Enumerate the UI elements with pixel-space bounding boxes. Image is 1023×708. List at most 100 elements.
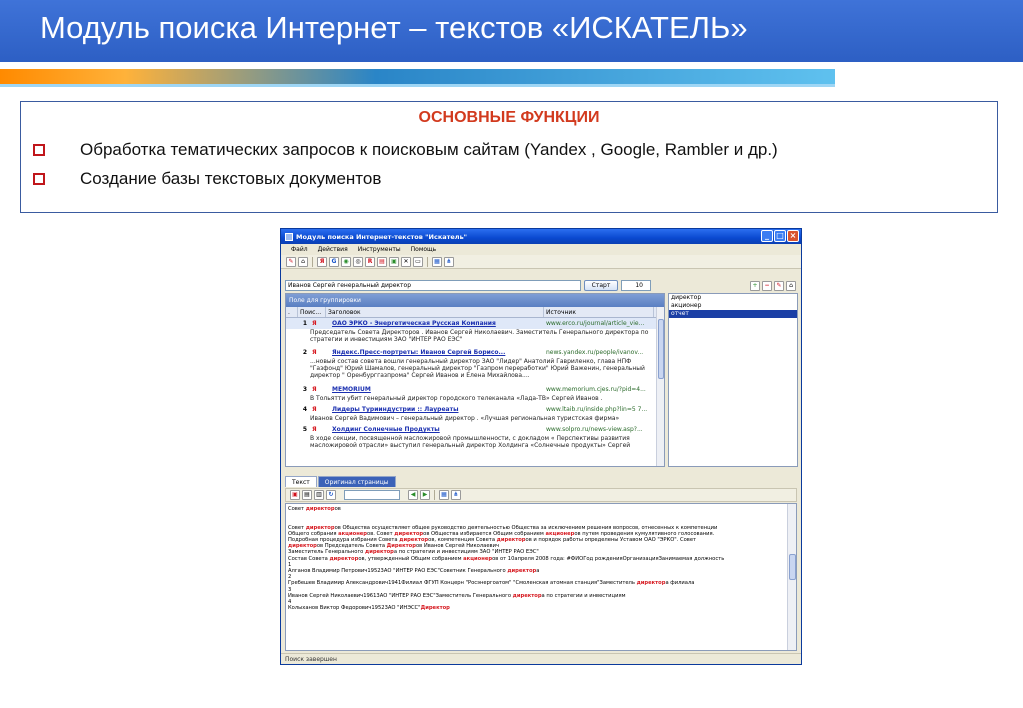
pin-icon[interactable]: ✎ (774, 280, 784, 291)
result-source: www.solpro.ru/news-view.asp?... (546, 426, 643, 433)
function-item: Обработка тематических запросов к поиско… (33, 140, 778, 160)
network-icon[interactable]: ⋔ (444, 256, 454, 267)
table-row[interactable]: 4 Я Лидеры Турииндустрии :: Лауреаты www… (286, 404, 664, 415)
result-source: www.memorium.cjes.ru/?pid=4... (546, 386, 646, 393)
globe-icon[interactable]: ◉ (341, 256, 351, 267)
checkbox-bullet-icon (33, 173, 45, 185)
decor-stripe-thin (0, 84, 835, 87)
yandex-icon: Я (312, 320, 317, 327)
splitter[interactable] (281, 469, 801, 474)
result-title-link[interactable]: Яндекс.Пресс-портреты: Иванов Сергей Бор… (332, 347, 544, 358)
function-item: Создание базы текстовых документов (33, 169, 381, 189)
search-row: Иванов Сергей генеральный директор Старт… (285, 279, 663, 292)
table-row[interactable]: 2 Я Яндекс.Пресс-портреты: Иванов Сергей… (286, 347, 664, 358)
tab-strip: Текст Оригинал страницы (285, 476, 396, 487)
decor-stripe (0, 69, 835, 85)
result-source: www.ltaib.ru/inside.php?lin=5 7... (546, 406, 648, 413)
results-scrollbar[interactable] (656, 307, 664, 466)
text-scrollbar[interactable] (787, 504, 796, 650)
pin-icon[interactable]: ✎ (286, 256, 296, 267)
google-icon[interactable]: G (329, 256, 339, 267)
panel-icon[interactable]: ▦ (439, 490, 449, 500)
menu-help[interactable]: Помощь (411, 246, 437, 253)
result-count-stepper[interactable]: 10 (621, 280, 651, 291)
menu-actions[interactable]: Действия (318, 246, 348, 253)
document-icon[interactable]: ▤ (377, 256, 387, 267)
clear-icon[interactable]: ▭ (413, 256, 423, 267)
menu-tools[interactable]: Инструменты (358, 246, 401, 253)
window-title: Модуль поиска Интернет-текстов "Искатель… (296, 232, 468, 241)
col-title[interactable]: Заголовок (326, 307, 544, 317)
keyword-list: директор акционер отчет (668, 293, 798, 467)
yandex-icon: Я (312, 426, 317, 433)
tab-text[interactable]: Текст (285, 476, 317, 487)
keyword-toolbar: + − ✎ ⌂ (668, 279, 798, 292)
col-source[interactable]: Источник (544, 307, 654, 317)
text-line: Колыханов Виктор Федорович19523АО "ИНЭСС… (288, 605, 450, 612)
start-button[interactable]: Старт (584, 280, 618, 291)
text-line: Состав Совета директоров, утвержденный О… (288, 555, 725, 562)
add-keyword-icon[interactable]: + (750, 280, 760, 291)
panel-icon[interactable]: ▦ (432, 256, 442, 267)
delete-icon[interactable]: ✕ (401, 256, 411, 267)
maximize-button[interactable]: □ (774, 230, 786, 242)
yandex-icon: Я (312, 406, 317, 413)
network-icon[interactable]: ⋔ (451, 490, 461, 500)
import-icon[interactable]: ▣ (389, 256, 399, 267)
results-grid: Поле для группировки . Поис... Заголовок… (285, 293, 665, 467)
slide-title: Модуль поиска Интернет – текстов «ИСКАТЕ… (40, 10, 748, 45)
results-header: . Поис... Заголовок Источник (286, 307, 664, 318)
main-toolbar: ✎ ⌂ Я G ◉ ◎ R ▤ ▣ ✕ ▭ ▦ ⋔ (281, 255, 801, 269)
remove-keyword-icon[interactable]: − (762, 280, 772, 291)
result-snippet: ...новый состав совета вошли генеральный… (310, 358, 645, 379)
highlight-icon[interactable]: ▣ (290, 490, 300, 500)
result-title-link[interactable]: MEMORIUM (332, 384, 544, 395)
result-title-link[interactable]: ОАО ЭРКО - Энергетическая Русская Компан… (332, 318, 544, 329)
app-window: Модуль поиска Интернет-текстов "Искатель… (280, 228, 802, 665)
result-title-link[interactable]: Холдинг Солнечные Продукты (332, 424, 544, 435)
result-source: news.yandex.ru/people/ivanov... (546, 349, 644, 356)
functions-heading: ОСНОВНЫЕ ФУНКЦИИ (418, 109, 600, 126)
group-by-bar[interactable]: Поле для группировки (286, 294, 664, 307)
brush-icon[interactable]: ⌂ (786, 280, 796, 291)
list-item[interactable]: директор (669, 294, 797, 302)
yandex-icon[interactable]: Я (317, 256, 327, 267)
window-titlebar[interactable]: Модуль поиска Интернет-текстов "Искатель… (281, 229, 801, 244)
table-row[interactable]: 5 Я Холдинг Солнечные Продукты www.solpr… (286, 424, 664, 435)
find-previous-icon[interactable]: ◀ (408, 490, 418, 500)
checkbox-bullet-icon (33, 144, 45, 156)
functions-box: ОСНОВНЫЕ ФУНКЦИИ Обработка тематических … (20, 101, 998, 213)
col-engine[interactable]: Поис... (298, 307, 326, 317)
search-engine-icon[interactable]: ◎ (353, 256, 363, 267)
rambler-icon[interactable]: R (365, 256, 375, 267)
menu-file[interactable]: Файл (291, 246, 308, 253)
result-snippet: В Тольятти убит генеральный директор гор… (310, 395, 603, 402)
text-toolbar: ▣ ▤ ▥ ↻ ◀ ▶ ▦ ⋔ (285, 488, 797, 502)
list-item[interactable]: акционер (669, 302, 797, 310)
table-row[interactable]: 3 Я MEMORIUM www.memorium.cjes.ru/?pid=4… (286, 384, 664, 395)
brush-icon[interactable]: ⌂ (298, 256, 308, 267)
tab-original-page[interactable]: Оригинал страницы (317, 476, 396, 487)
refresh-icon[interactable]: ↻ (326, 490, 336, 500)
document-text[interactable]: Совет директоров Совет директоров Общест… (285, 503, 797, 651)
col-dot[interactable]: . (286, 307, 298, 317)
yandex-icon: Я (312, 386, 317, 393)
query-input[interactable]: Иванов Сергей генеральный директор (285, 280, 581, 291)
close-button[interactable]: × (787, 230, 799, 242)
find-next-icon[interactable]: ▶ (420, 490, 430, 500)
result-title-link[interactable]: Лидеры Турииндустрии :: Лауреаты (332, 404, 544, 415)
result-snippet: Иванов Сергей Вадимович – генеральный ди… (310, 415, 620, 422)
print-icon[interactable]: ▥ (314, 490, 324, 500)
table-row[interactable]: 1 Я ОАО ЭРКО - Энергетическая Русская Ко… (286, 318, 664, 329)
result-snippet: Председатель Совета Директоров . Иванов … (310, 329, 649, 343)
yandex-icon: Я (312, 349, 317, 356)
list-item[interactable]: отчет (669, 310, 797, 318)
keyword-panel: + − ✎ ⌂ директор акционер отчет (668, 279, 798, 467)
status-bar: Поиск завершен (281, 653, 801, 664)
copy-icon[interactable]: ▤ (302, 490, 312, 500)
result-snippet: В ходе секции, посвященной масложировой … (310, 435, 631, 449)
app-icon (285, 232, 293, 241)
text-search-input[interactable] (344, 490, 400, 500)
minimize-button[interactable]: _ (761, 230, 773, 242)
slide-header: Модуль поиска Интернет – текстов «ИСКАТЕ… (0, 0, 1023, 62)
